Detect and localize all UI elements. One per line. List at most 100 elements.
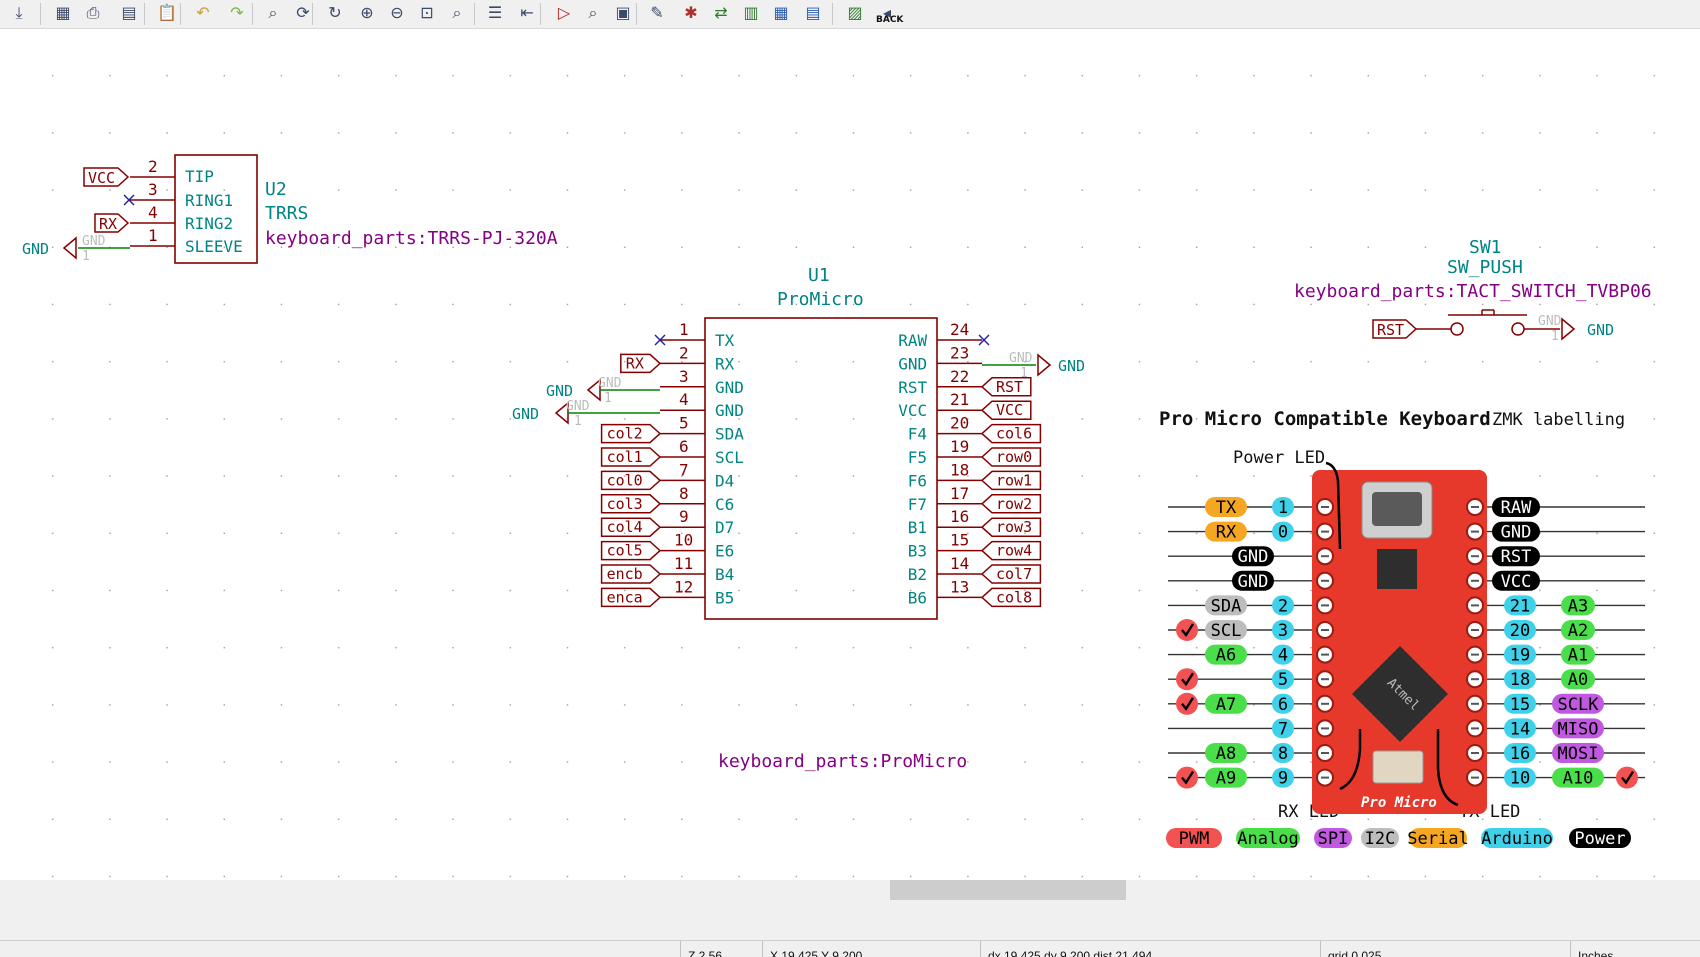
u1-pin-name: TX: [715, 331, 735, 350]
u1-pin-num: 6: [679, 437, 689, 456]
sw1-label-rst: RST: [1377, 321, 1404, 339]
toolbar-separator: [540, 3, 541, 25]
u1-pin-num: 16: [950, 507, 969, 526]
arduino-pin-pill-text: 4: [1278, 646, 1288, 666]
plot-icon[interactable]: ▤: [118, 2, 140, 24]
power-led-label: Power LED: [1233, 448, 1325, 468]
u1-pin-name: VCC: [898, 401, 927, 420]
legend-pill-text: I2C: [1365, 829, 1396, 849]
u1-pin-num: 5: [679, 414, 689, 433]
u1-net-label: row3: [996, 518, 1032, 536]
erc-icon[interactable]: ✱: [680, 2, 702, 24]
u1-pin-num: 19: [950, 437, 969, 456]
crystal: [1372, 750, 1424, 784]
leave-sheet-icon[interactable]: ⇤: [516, 2, 538, 24]
edit-fields-icon[interactable]: ✎: [646, 2, 668, 24]
u2-reference: U2: [265, 179, 287, 200]
u1-pin-num: 20: [950, 414, 969, 433]
u1-pin-num: 22: [950, 367, 969, 386]
find-replace-icon[interactable]: ⟳: [292, 2, 314, 24]
pinout-alt-pill-text: A2: [1568, 621, 1588, 641]
u1-net-label: enca: [607, 588, 643, 606]
u1-pin-name: RX: [715, 354, 735, 373]
arduino-pin-pill-text: 1: [1278, 498, 1288, 518]
pinout-func-pill-text: GND: [1238, 572, 1269, 592]
u1-pin-num: 24: [950, 320, 969, 339]
u2-pin-num: 4: [148, 203, 158, 222]
u1-pin-num: 2: [679, 343, 689, 362]
paste-icon[interactable]: 📋: [156, 2, 178, 24]
status-bar: Z 2.56 X 19.425 Y 9.200 dx 19.425 dy 9.2…: [0, 940, 1700, 957]
pcb-icon[interactable]: ▨: [844, 2, 866, 24]
save-icon[interactable]: ⤓: [8, 2, 30, 24]
u1-pin-name: F6: [908, 471, 927, 490]
arduino-pin-pill-text: 19: [1510, 646, 1530, 666]
pinout-func-pill-text: RX: [1216, 523, 1237, 543]
u1-pin-num: 18: [950, 460, 969, 479]
board-name-label: Pro Micro: [1361, 795, 1437, 811]
u1-net-label: col6: [996, 425, 1032, 443]
toolbar-separator: [474, 3, 475, 25]
assign-footprints-icon[interactable]: ⇄: [710, 2, 732, 24]
bom-table-icon[interactable]: ▦: [770, 2, 792, 24]
status-divider: [980, 941, 981, 957]
hierarchy-icon[interactable]: ☰: [484, 2, 506, 24]
zoom-out-icon[interactable]: ⊖: [386, 2, 408, 24]
u1-ghost-gnd: GND: [566, 399, 590, 414]
arduino-pin-pill-text: 6: [1278, 695, 1288, 715]
page-settings-icon[interactable]: ▦: [52, 2, 74, 24]
legend-pill-text: PWM: [1179, 829, 1210, 849]
pinout-alt-pill-text: MOSI: [1558, 744, 1599, 764]
undo-icon[interactable]: ↶: [192, 2, 214, 24]
pinout-subtitle: ZMK labelling: [1492, 410, 1625, 430]
u1-pin-name: SCL: [715, 448, 744, 467]
find-icon[interactable]: ⌕: [262, 2, 284, 24]
u1-value: ProMicro: [777, 289, 864, 310]
toolbar-separator: [40, 3, 41, 25]
zoom-selection-icon[interactable]: ⌕: [446, 2, 468, 24]
arduino-pin-pill-text: 5: [1278, 670, 1288, 690]
legend-pill-text: Analog: [1237, 829, 1298, 849]
schematic-canvas[interactable]: 2 3 4 1 TIP RING1 RING2 SLEEVE U2 TRRS k…: [0, 29, 1700, 880]
arduino-pin-pill-text: 8: [1278, 744, 1288, 764]
zoom-in-icon[interactable]: ⊕: [356, 2, 378, 24]
u1-net-label: col5: [607, 542, 643, 560]
inspect-icon[interactable]: ⌕: [582, 2, 604, 24]
refresh-icon[interactable]: ↻: [324, 2, 346, 24]
u1-net-label: col3: [607, 495, 643, 513]
redo-icon[interactable]: ↷: [226, 2, 248, 24]
toolbar-separator: [832, 3, 833, 25]
u1-pin-num: 7: [679, 460, 689, 479]
u1-pin-num: 4: [679, 390, 689, 409]
bom-icon[interactable]: ▤: [802, 2, 824, 24]
zoom-fit-icon[interactable]: ⊡: [416, 2, 438, 24]
u1-pin-num: 15: [950, 531, 969, 550]
horizontal-scrollbar[interactable]: [0, 880, 1700, 900]
annotate-icon[interactable]: ▣: [612, 2, 634, 24]
u2-pin-num: 3: [148, 180, 158, 199]
status-divider: [762, 941, 763, 957]
arduino-pin-pill-text: 3: [1278, 621, 1288, 641]
message-panel: [0, 900, 1700, 940]
scrollbar-thumb[interactable]: [890, 880, 1126, 900]
netlist-icon[interactable]: ▥: [740, 2, 762, 24]
status-divider: [1570, 941, 1571, 957]
status-divider: [680, 941, 681, 957]
u1-pin-num: 3: [679, 367, 689, 386]
back-button-label: BACK: [876, 15, 904, 25]
place-symbol-icon[interactable]: ▷: [553, 2, 575, 24]
u1-pin-name: C6: [715, 495, 734, 514]
pinout-title: Pro Micro Compatible Keyboard: [1159, 408, 1491, 430]
sw1-ghost-one: 1: [1551, 329, 1559, 344]
u1-net-label: col2: [607, 425, 643, 443]
pinout-func-pill-text: A7: [1216, 695, 1236, 715]
u1-pin-num: 1: [679, 320, 689, 339]
sw1-reference: SW1: [1469, 237, 1502, 258]
schematic-svg[interactable]: 2 3 4 1 TIP RING1 RING2 SLEEVE U2 TRRS k…: [0, 29, 1700, 880]
pinout-alt-pill-text: A10: [1563, 769, 1594, 789]
u1-pin-name: B4: [715, 565, 734, 584]
u1-net-label: row0: [996, 448, 1032, 466]
u2-ghost-gnd: GND: [82, 234, 106, 249]
print-icon[interactable]: ⎙: [82, 2, 104, 24]
pinout-alt-pill-text: A1: [1568, 646, 1588, 666]
